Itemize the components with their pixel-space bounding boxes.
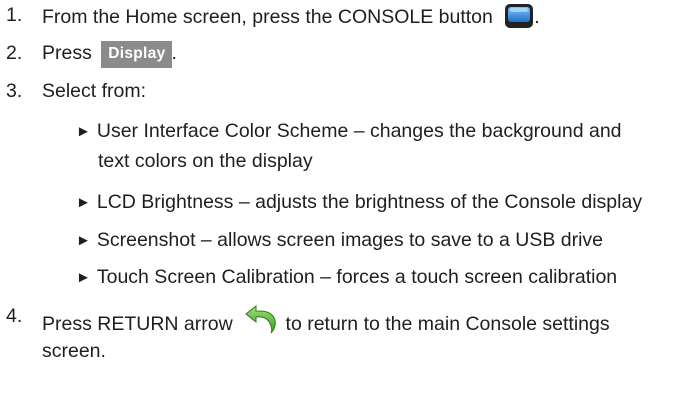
bullet-triangle-icon: ► (76, 232, 91, 249)
console-button-icon (505, 4, 534, 28)
step-text: From the Home screen, press the CONSOLE … (42, 3, 540, 29)
step-text: Press RETURN arrow to return to the main… (42, 304, 610, 336)
return-arrow-icon (245, 304, 276, 334)
display-button[interactable]: Display (101, 41, 172, 68)
step-number: 2. (6, 42, 23, 64)
step-text: Select from: (42, 80, 147, 102)
bullet-triangle-icon: ► (76, 269, 91, 286)
step-number: 1. (6, 4, 23, 26)
step-text: Press Display. (42, 41, 177, 68)
bullet-triangle-icon: ► (76, 194, 91, 211)
step-number: 4. (6, 305, 23, 327)
step-number: 3. (6, 80, 23, 102)
bullet-triangle-icon: ► (76, 123, 91, 140)
